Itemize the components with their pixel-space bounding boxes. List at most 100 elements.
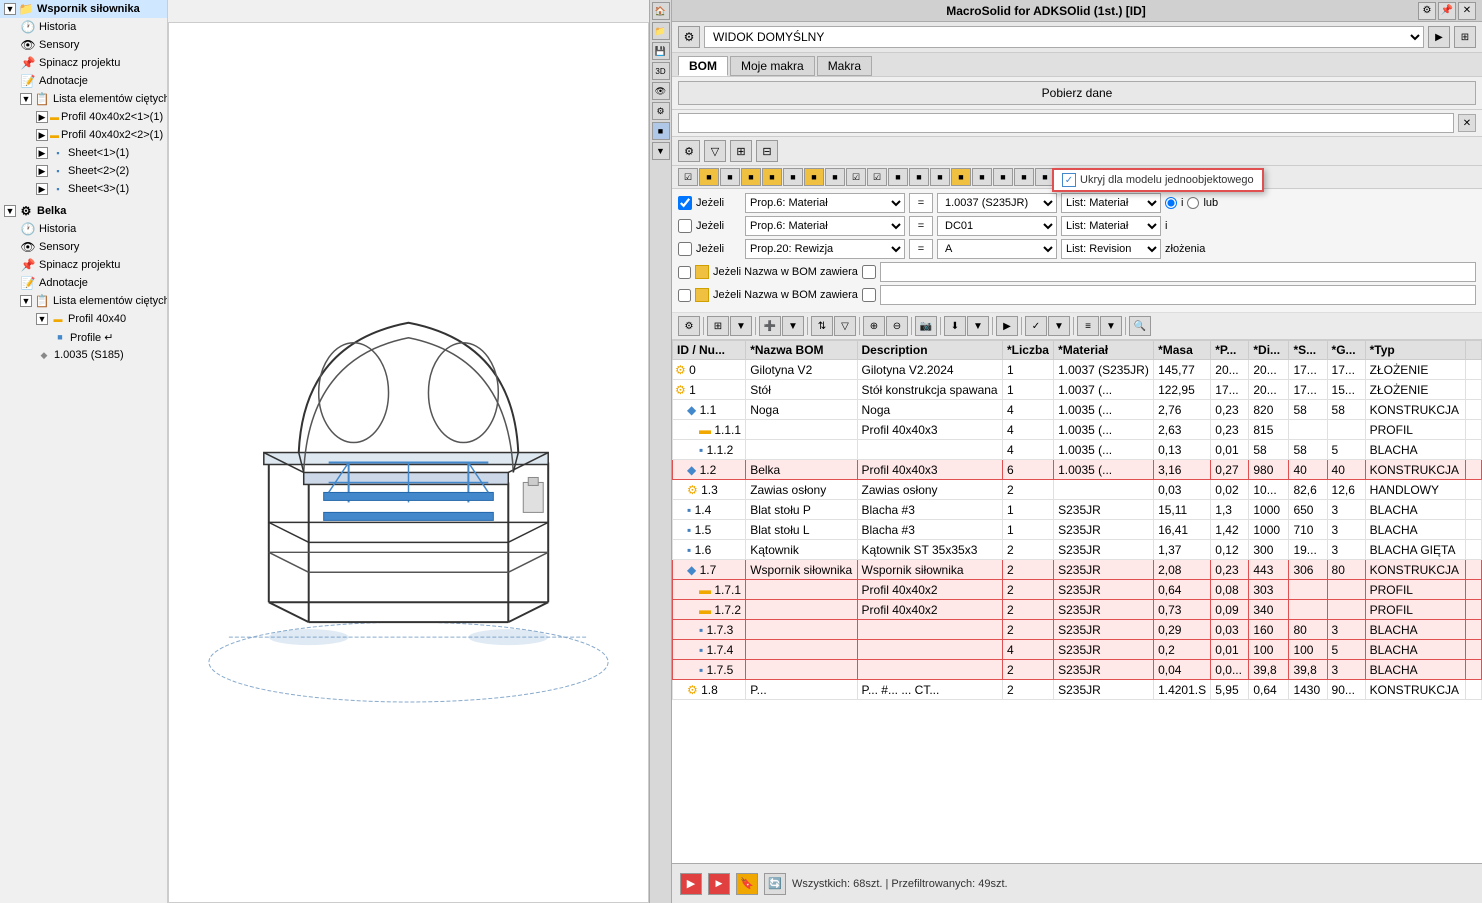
tree-item-sheet3[interactable]: ▶ ▪ Sheet<3>(1) — [0, 180, 167, 198]
expand-sheet1[interactable]: ▶ — [36, 147, 48, 159]
tbl-btn-down[interactable]: ▼ — [730, 316, 752, 336]
col-btn-5[interactable]: ■ — [762, 168, 782, 186]
th-p[interactable]: *P... — [1211, 341, 1249, 360]
tree-item-spinacz1[interactable]: 📌 Spinacz projektu — [0, 54, 167, 72]
bom-check2b[interactable] — [862, 288, 876, 302]
expand-profil2[interactable]: ▶ — [36, 129, 48, 141]
tree-item-lista1[interactable]: ▼ 📋 Lista elementów ciętych — [0, 90, 167, 108]
tbl-btn-check[interactable]: ✓ — [1025, 316, 1047, 336]
table-row[interactable]: ▪ 1.5 Blat stołu L Blacha #3 1 S235JR 16… — [673, 520, 1482, 540]
bom-check1b[interactable] — [862, 265, 876, 279]
th-material[interactable]: *Materiał — [1054, 341, 1154, 360]
tab-bom[interactable]: BOM — [678, 56, 728, 76]
col-btn-13[interactable]: ■ — [930, 168, 950, 186]
side-btn-view[interactable]: 👁 — [652, 82, 670, 100]
ukryj-checkbox[interactable]: ✓ — [1062, 173, 1076, 187]
table-row[interactable]: ◆ 1.1 Noga Noga 4 1.0035 (... 2,76 0,23 … — [673, 400, 1482, 420]
filter3-list[interactable]: List: Revision — [1061, 239, 1161, 259]
col-btn-14[interactable]: ■ — [951, 168, 971, 186]
view-icon-btn2[interactable]: ⊞ — [1454, 26, 1476, 48]
tree-item-historia1[interactable]: 🕐 Historia — [0, 18, 167, 36]
expand-lista1[interactable]: ▼ — [20, 93, 32, 105]
view-gear-btn[interactable]: ⚙ — [678, 26, 700, 48]
table-row[interactable]: ▪ 1.7.4 4 S235JR 0,2 0,01 100 100 5 BLAC… — [673, 640, 1482, 660]
tree-item-sensory1[interactable]: 👁 Sensory — [0, 36, 167, 54]
filter1-radio-i[interactable] — [1165, 197, 1177, 209]
col-btn-11[interactable]: ■ — [888, 168, 908, 186]
bottom-btn-1[interactable]: ▶ — [680, 873, 702, 895]
tbl-btn-sort[interactable]: ⇅ — [811, 316, 833, 336]
th-nazwa[interactable]: *Nazwa BOM — [746, 341, 857, 360]
tree-item-profil2[interactable]: ▶ ▬ Profil 40x40x2<2>(1) — [0, 126, 167, 144]
tbl-btn-filter[interactable]: ▽ — [834, 316, 856, 336]
filter-extra-btn[interactable]: ⊟ — [756, 140, 778, 162]
table-row[interactable]: ⚙ 1 Stół Stół konstrukcja spawana 1 1.00… — [673, 380, 1482, 400]
expand-sheet2[interactable]: ▶ — [36, 165, 48, 177]
tbl-btn-add[interactable]: ➕ — [759, 316, 781, 336]
bom-input2[interactable] — [880, 285, 1476, 305]
tree-item-sensory2[interactable]: 👁 Sensory — [0, 238, 167, 256]
col-btn-7[interactable]: ■ — [804, 168, 824, 186]
tbl-btn-down3[interactable]: ▼ — [967, 316, 989, 336]
tab-moje-makra[interactable]: Moje makra — [730, 56, 815, 76]
bom-check2[interactable] — [678, 289, 691, 302]
filter1-prop[interactable]: Prop.6: Materiał — [745, 193, 905, 213]
col-btn-4[interactable]: ■ — [741, 168, 761, 186]
view-icon-btn1[interactable]: ▶ — [1428, 26, 1450, 48]
table-row[interactable]: ◆ 1.7 Wspornik siłownika Wspornik siłown… — [673, 560, 1482, 580]
settings-btn[interactable]: ⚙ — [1418, 2, 1436, 20]
expand-profil3[interactable]: ▼ — [36, 313, 48, 325]
col-btn-15[interactable]: ■ — [972, 168, 992, 186]
col-btn-1[interactable]: ☑ — [678, 168, 698, 186]
search-clear-btn[interactable]: ✕ — [1458, 114, 1476, 132]
col-btn-2[interactable]: ■ — [699, 168, 719, 186]
tbl-btn-expand[interactable]: ⊕ — [863, 316, 885, 336]
table-row[interactable]: ▪ 1.4 Blat stołu P Blacha #3 1 S235JR 15… — [673, 500, 1482, 520]
col-btn-17[interactable]: ■ — [1014, 168, 1034, 186]
tree-item-profile4[interactable]: ■ Profile ↵ — [0, 328, 167, 346]
side-btn-folder[interactable]: 📁 — [652, 22, 670, 40]
table-row[interactable]: ⚙ 1.3 Zawias osłony Zawias osłony 2 0,03… — [673, 480, 1482, 500]
tree-item-adnotacje2[interactable]: 📝 Adnotacje — [0, 274, 167, 292]
expand-lista2[interactable]: ▼ — [20, 295, 32, 307]
th-masa[interactable]: *Masa — [1154, 341, 1211, 360]
table-area[interactable]: ID / Nu... *Nazwa BOM Description *Liczb… — [672, 340, 1482, 863]
tree-item-sheet2[interactable]: ▶ ▪ Sheet<2>(2) — [0, 162, 167, 180]
filter1-checkbox[interactable] — [678, 196, 692, 210]
filter1-op[interactable] — [909, 193, 933, 213]
th-id[interactable]: ID / Nu... — [673, 341, 746, 360]
col-btn-12[interactable]: ■ — [909, 168, 929, 186]
bom-check1[interactable] — [678, 266, 691, 279]
tree-item-mat1[interactable]: ◆ 1.0035 (S185) — [0, 346, 167, 364]
side-btn-home[interactable]: 🏠 — [652, 2, 670, 20]
tree-item-sheet1[interactable]: ▶ ▪ Sheet<1>(1) — [0, 144, 167, 162]
side-btn-active[interactable]: ■ — [652, 122, 670, 140]
filter2-op[interactable] — [909, 216, 933, 236]
table-row[interactable]: ▪ 1.1.2 4 1.0035 (... 0,13 0,01 58 58 5 … — [673, 440, 1482, 460]
expand-profil1[interactable]: ▶ — [36, 111, 48, 123]
tbl-btn-layers[interactable]: ≡ — [1077, 316, 1099, 336]
col-btn-6[interactable]: ■ — [783, 168, 803, 186]
close-btn[interactable]: ✕ — [1458, 2, 1476, 20]
expand-sheet3[interactable]: ▶ — [36, 183, 48, 195]
table-row[interactable]: ⚙ 0 Gilotyna V2 Gilotyna V2.2024 1 1.003… — [673, 360, 1482, 380]
table-row[interactable]: ▬ 1.7.2 Profil 40x40x2 2 S235JR 0,73 0,0… — [673, 600, 1482, 620]
tree-item-historia2[interactable]: 🕐 Historia — [0, 220, 167, 238]
table-row[interactable]: ⚙ 1.8 P... P... #... ... CT... 2 S235JR … — [673, 680, 1482, 700]
tbl-btn-search[interactable]: 🔍 — [1129, 316, 1151, 336]
tbl-btn-grid[interactable]: ⊞ — [707, 316, 729, 336]
tree-item-profil3[interactable]: ▼ ▬ Profil 40x40 — [0, 310, 167, 328]
filter1-value[interactable]: 1.0037 (S235JR) — [937, 193, 1057, 213]
filter3-value[interactable]: A — [937, 239, 1057, 259]
tbl-btn-play[interactable]: ▶ — [996, 316, 1018, 336]
tbl-btn-settings[interactable]: ⚙ — [678, 316, 700, 336]
table-row[interactable]: ▬ 1.1.1 Profil 40x40x3 4 1.0035 (... 2,6… — [673, 420, 1482, 440]
col-btn-16[interactable]: ■ — [993, 168, 1013, 186]
tab-makra[interactable]: Makra — [817, 56, 872, 76]
filter2-checkbox[interactable] — [678, 219, 692, 233]
pin-btn[interactable]: 📌 — [1438, 2, 1456, 20]
col-btn-10[interactable]: ☑ — [867, 168, 887, 186]
th-desc[interactable]: Description — [857, 341, 1002, 360]
filter-funnel-btn[interactable]: ▽ — [704, 140, 726, 162]
filter1-radio-lub[interactable] — [1187, 197, 1199, 209]
